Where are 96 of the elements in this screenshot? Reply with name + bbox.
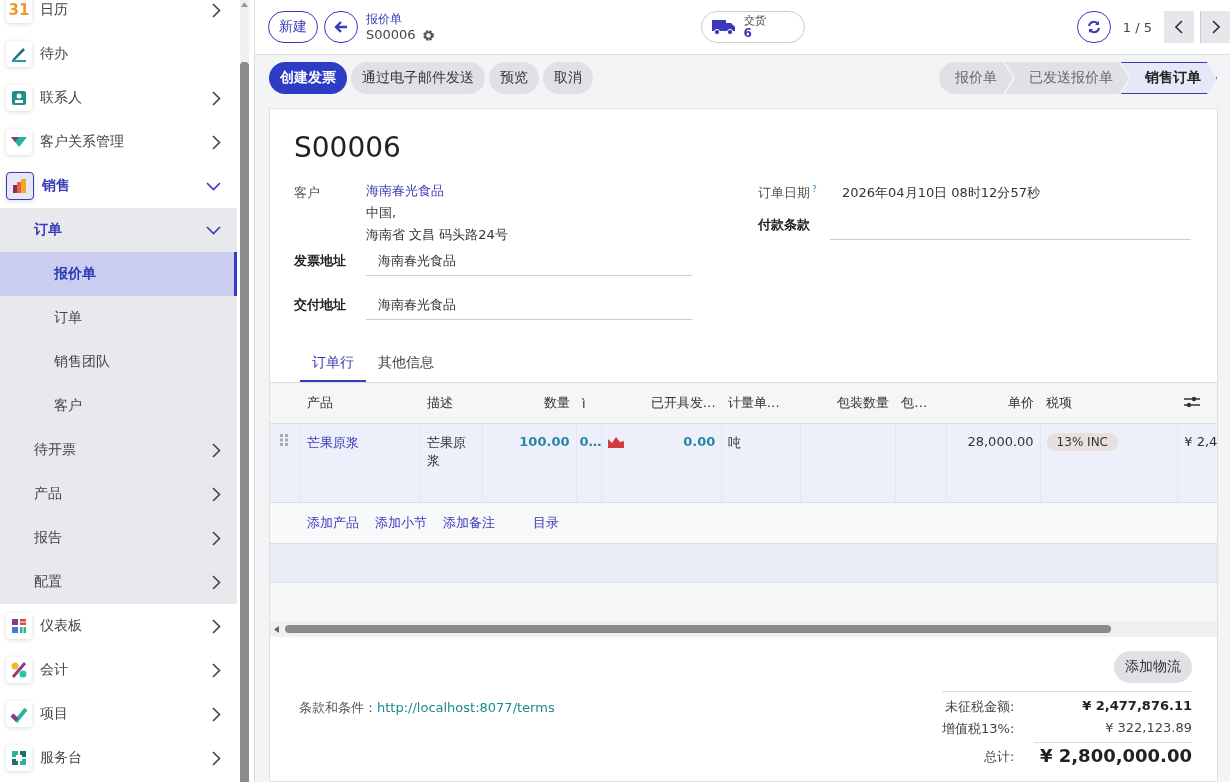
column-header[interactable]: 税项 bbox=[1040, 383, 1178, 424]
column-header[interactable]: 包装数量 bbox=[800, 383, 896, 424]
action-button[interactable]: 预览 bbox=[489, 62, 539, 94]
order-date-value: 2026年04月10日 08时12分57秒 bbox=[841, 184, 1041, 202]
app-menu-item[interactable]: 项目 bbox=[0, 692, 237, 736]
address-line: 中国, bbox=[366, 204, 398, 222]
tax-tag: 13% INC bbox=[1046, 433, 1118, 451]
table-cell: 吨 bbox=[728, 435, 742, 450]
table-cell[interactable]: 芒果原浆 bbox=[307, 435, 360, 450]
field-label: 交付地址 bbox=[294, 296, 347, 314]
menu-item[interactable]: 客户 bbox=[0, 384, 237, 428]
status-step[interactable]: 已发送报价单 bbox=[1005, 62, 1129, 94]
field-label: 付款条款 bbox=[758, 216, 811, 234]
dashboard-icon bbox=[9, 616, 29, 636]
percent-icon bbox=[9, 660, 29, 680]
terms-link[interactable]: http://localhost:8077/terms bbox=[377, 700, 555, 715]
pager-count: 1 / 5 bbox=[1122, 19, 1152, 35]
address-line: 海南省 文昌 码头路24号 bbox=[366, 226, 509, 244]
scrollbar[interactable] bbox=[240, 0, 249, 782]
contact-card-icon bbox=[9, 88, 29, 108]
column-header[interactable]: 计量单… bbox=[721, 383, 801, 424]
area-chart-icon[interactable] bbox=[608, 435, 624, 448]
menu-item[interactable]: 配置 bbox=[0, 560, 237, 604]
total-label: 总计: bbox=[982, 748, 1015, 766]
app-menu-item[interactable]: 会计 bbox=[0, 648, 237, 692]
menu-item[interactable]: 产品 bbox=[0, 472, 237, 516]
column-header[interactable]: 数量 bbox=[482, 383, 576, 424]
calendar-icon: 31 bbox=[8, 1, 30, 19]
drag-handle-icon[interactable] bbox=[280, 434, 288, 446]
column-header[interactable]: ì bbox=[576, 383, 602, 424]
delivery-button[interactable]: 交货 6 bbox=[700, 11, 805, 43]
delivery-address-field[interactable]: 海南春光食品 bbox=[366, 290, 692, 320]
new-button[interactable]: 新建 bbox=[268, 11, 318, 43]
sliders-icon[interactable] bbox=[1183, 394, 1200, 409]
record-title: S00006 bbox=[294, 131, 402, 164]
chevron-left-icon bbox=[1175, 20, 1183, 34]
table-cell: ¥ 2,4 bbox=[1184, 434, 1217, 449]
truck-icon bbox=[711, 18, 736, 36]
total-amount: ¥ 2,477,876.11 bbox=[1081, 698, 1192, 715]
app-menu-item[interactable]: 联系人 bbox=[0, 76, 237, 120]
customer-link[interactable]: 海南春光食品 bbox=[366, 180, 692, 202]
chevron-right-icon bbox=[1211, 20, 1220, 34]
app-menu-item[interactable]: 销售 bbox=[0, 164, 237, 208]
invoice-address-field[interactable]: 海南春光食品 bbox=[366, 246, 692, 276]
menu-item[interactable]: 订单 bbox=[0, 296, 237, 340]
scrollbar[interactable] bbox=[270, 621, 1217, 637]
menu-item[interactable]: 订单 bbox=[0, 208, 237, 252]
app-menu-item[interactable]: 31 日历 bbox=[0, 0, 237, 32]
menu-item[interactable]: 报价单 bbox=[0, 252, 237, 296]
column-header[interactable]: 描述 bbox=[420, 383, 483, 424]
action-button[interactable]: 创建发票 bbox=[269, 62, 347, 94]
gear-icon[interactable] bbox=[421, 28, 435, 42]
arrow-left-icon bbox=[334, 20, 348, 34]
table-cell: 100.00 bbox=[519, 434, 570, 449]
record-name: S00006 bbox=[366, 27, 416, 43]
column-header[interactable]: 产品 bbox=[300, 383, 421, 424]
field-label: 订单日期$^{?}$ bbox=[758, 183, 818, 203]
table-cell: 芒果原浆 bbox=[427, 435, 467, 468]
add-line-link[interactable]: 添加小节 bbox=[374, 514, 427, 532]
terms-text: 条款和条件：http://localhost:8077/terms bbox=[299, 699, 555, 717]
table-cell: 28,000.00 bbox=[967, 434, 1034, 449]
app-menu-item[interactable]: 待办 bbox=[0, 32, 237, 76]
total-label: 增值税13%: bbox=[942, 720, 1015, 738]
action-button[interactable]: 取消 bbox=[543, 62, 593, 94]
refresh-icon bbox=[1086, 20, 1101, 34]
scroll-left-icon[interactable] bbox=[274, 625, 279, 633]
add-line-link[interactable]: 添加产品 bbox=[306, 514, 359, 532]
scroll-up-icon[interactable] bbox=[241, 2, 248, 7]
table-cell: 0… bbox=[579, 434, 602, 449]
field-label: 发票地址 bbox=[294, 252, 347, 270]
action-button[interactable]: 通过电子邮件发送 bbox=[351, 62, 485, 94]
column-header[interactable]: 包… bbox=[895, 383, 947, 424]
column-header[interactable]: 已开具发… bbox=[601, 383, 722, 424]
menu-item[interactable]: 销售团队 bbox=[0, 340, 237, 384]
tab[interactable]: 其他信息 bbox=[366, 346, 446, 382]
next-button[interactable] bbox=[1200, 11, 1230, 43]
total-amount: ¥ 322,123.89 bbox=[1104, 720, 1192, 737]
previous-button[interactable] bbox=[1164, 11, 1194, 43]
app-menu-item[interactable]: 仪表板 bbox=[0, 604, 237, 648]
menu-item[interactable]: 待开票 bbox=[0, 428, 237, 472]
refresh-button[interactable] bbox=[1076, 11, 1111, 43]
breadcrumb-link[interactable]: 报价单 bbox=[366, 11, 435, 27]
field-label: 客户 bbox=[294, 184, 321, 202]
app-menu-item[interactable]: 服务台 bbox=[0, 736, 237, 780]
add-line-link[interactable]: 添加备注 bbox=[442, 514, 495, 532]
add-line-link[interactable]: 目录 bbox=[532, 514, 559, 532]
app-menu-item[interactable]: 客户关系管理 bbox=[0, 120, 237, 164]
menu-item[interactable]: 报告 bbox=[0, 516, 237, 560]
status-step[interactable]: 销售订单 bbox=[1121, 62, 1217, 94]
total-amount: ¥ 2,800,000.00 bbox=[1034, 742, 1192, 766]
back-button[interactable] bbox=[324, 11, 358, 43]
add-shipping-button[interactable]: 添加物流 bbox=[1114, 651, 1192, 683]
table-cell: 0.00 bbox=[683, 434, 716, 449]
status-step[interactable]: 报价单 bbox=[939, 62, 1013, 94]
total-label: 未征税金额: bbox=[943, 698, 1015, 716]
column-header[interactable]: 单价 bbox=[946, 383, 1041, 424]
